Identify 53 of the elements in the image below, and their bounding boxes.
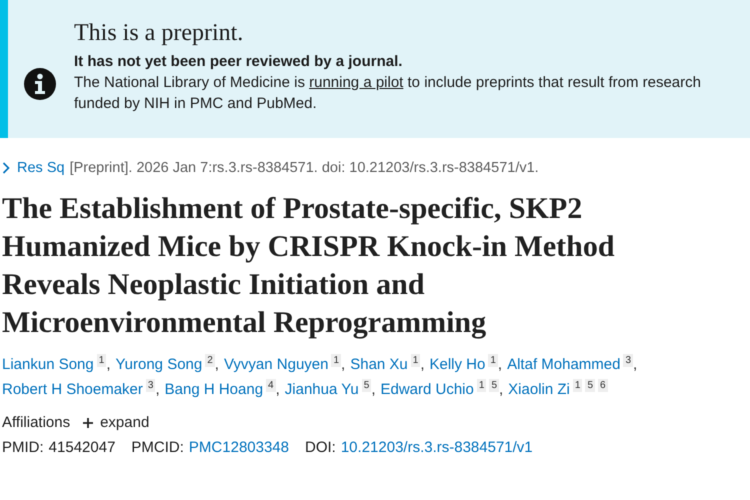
affiliation-number[interactable]: 1 xyxy=(476,379,486,392)
info-icon xyxy=(24,68,56,100)
author-link[interactable]: Edward Uchio xyxy=(380,381,474,398)
affiliation-number[interactable]: 1 xyxy=(410,354,420,367)
author-link[interactable]: Bang H Hoang xyxy=(164,381,264,398)
chevron-icon xyxy=(2,162,10,174)
id-label: PMCID: xyxy=(131,439,184,456)
affiliation-number[interactable]: 2 xyxy=(205,354,215,367)
author-link[interactable]: Shan Xu xyxy=(350,356,408,373)
affiliation-number[interactable]: 5 xyxy=(489,379,499,392)
affiliation-number[interactable]: 4 xyxy=(266,379,276,392)
separator: , xyxy=(155,381,160,398)
affiliation-number[interactable]: 1 xyxy=(96,354,106,367)
article-title: The Establishment of Prostate-specific, SKP2 Humanized Mice by CRISPR Knock-in Method Reveals Neoplastic Initiation and Microenvironmental Reprogramming xyxy=(2,191,616,341)
author-link[interactable]: Xiaolin Zi xyxy=(508,381,570,398)
affiliation-number[interactable]: 1 xyxy=(572,379,582,392)
affiliation-number[interactable]: 1 xyxy=(331,354,342,367)
separator: , xyxy=(371,381,376,398)
affiliation-number[interactable]: 3 xyxy=(623,354,634,367)
author-link[interactable]: Yurong Song xyxy=(115,356,202,373)
id-label: DOI: xyxy=(305,439,336,456)
separator: , xyxy=(633,356,638,373)
pilot-link[interactable]: running a pilot xyxy=(309,74,404,91)
author-link[interactable]: Vyvyan Nguyen xyxy=(224,356,328,373)
separator: , xyxy=(276,381,280,398)
affiliation-number[interactable]: 5 xyxy=(585,379,595,392)
notice-title: This is a preprint. xyxy=(74,20,244,47)
expand-button[interactable]: expand xyxy=(82,414,150,431)
separator: , xyxy=(214,356,219,373)
author-link[interactable]: Jianhua Yu xyxy=(284,381,359,398)
notice-text: The National Library of Medicine is running a pilot to include preprints that result from research funded by NIH in PMC and PubMed. xyxy=(74,73,702,114)
separator: , xyxy=(499,381,504,398)
plus-icon xyxy=(82,416,94,428)
id-value: 41542047 xyxy=(48,439,116,456)
affiliation-number[interactable]: 5 xyxy=(362,379,372,392)
notice-subtitle: It has not yet been peer reviewed by a journal. xyxy=(74,53,404,70)
author-link[interactable]: Liankun Song xyxy=(2,356,94,373)
separator: , xyxy=(420,356,424,373)
journal-link[interactable]: Res Sq xyxy=(2,160,65,176)
citation-text: [Preprint]. 2026 Jan 7:rs.3.rs-8384571. doi: 10.21203/rs.3.rs-8384571/v1. xyxy=(70,160,539,176)
author-link[interactable]: Altaf Mohammed xyxy=(507,356,620,373)
affiliation-number[interactable]: 6 xyxy=(598,379,608,392)
id-link[interactable]: PMC12803348 xyxy=(188,439,289,456)
affiliations-label: Affiliations xyxy=(2,414,70,431)
affiliation-number[interactable]: 1 xyxy=(488,354,498,367)
author-link[interactable]: Kelly Ho xyxy=(430,356,486,373)
id-link[interactable]: 10.21203/rs.3.rs-8384571/v1 xyxy=(340,439,533,456)
separator: , xyxy=(106,356,110,373)
separator: , xyxy=(341,356,346,373)
author-link[interactable]: Robert H Shoemaker xyxy=(2,381,143,398)
id-label: PMID: xyxy=(2,439,44,456)
separator: , xyxy=(498,356,502,373)
affiliation-number[interactable]: 3 xyxy=(146,379,156,392)
